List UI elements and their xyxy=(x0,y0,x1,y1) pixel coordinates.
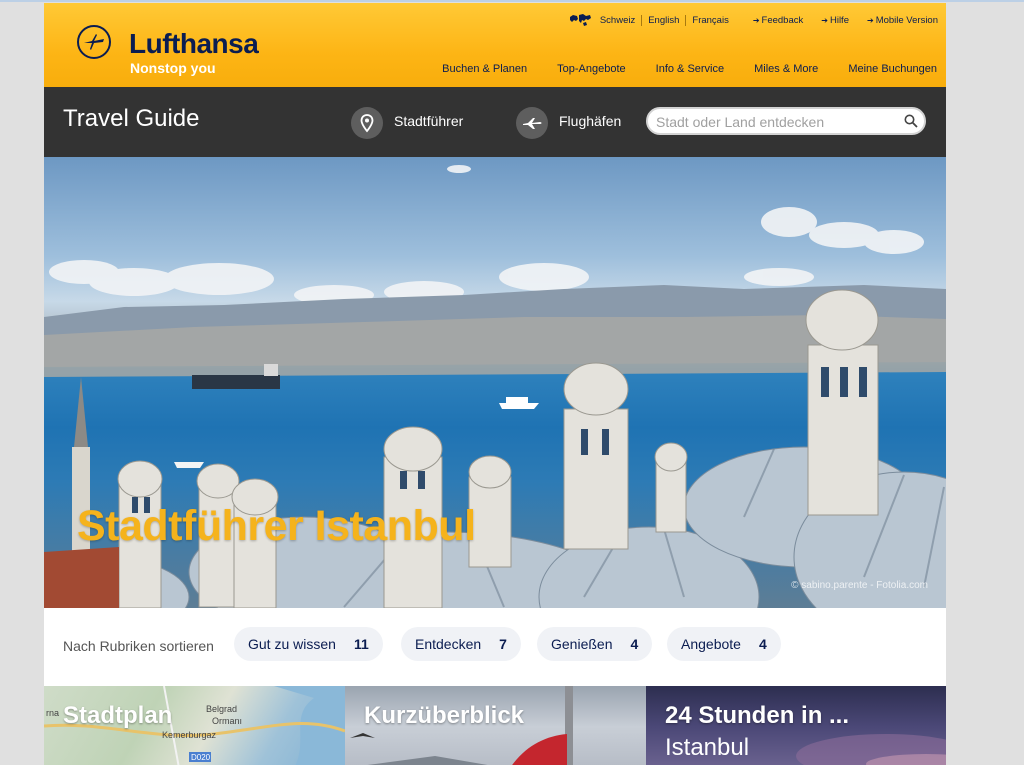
filter-chip-discover[interactable]: Entdecken 7 xyxy=(401,627,521,661)
tile-title: 24 Stunden in ... xyxy=(665,702,850,729)
map-road-label: D020 xyxy=(191,753,211,762)
map-label: Belgrad xyxy=(206,704,238,714)
filter-chip-enjoy[interactable]: Genießen 4 xyxy=(537,627,653,661)
chip-count: 4 xyxy=(630,636,639,652)
page: Lufthansa Nonstop you Schweiz English Fr… xyxy=(44,3,946,765)
site-header: Lufthansa Nonstop you Schweiz English Fr… xyxy=(44,3,946,87)
nav-info-service[interactable]: Info & Service xyxy=(656,63,724,75)
filter-chip-good-to-know[interactable]: Gut zu wissen 11 xyxy=(234,627,383,661)
lang-english[interactable]: English xyxy=(641,14,685,26)
travel-guide-bar: Travel Guide Stadtführer Flughäfen xyxy=(44,87,946,157)
utility-bar: Schweiz English Français ➔ Feedback ➔ Hilf… xyxy=(568,13,938,27)
arrow-right-icon: ➔ xyxy=(752,15,760,25)
chip-count: 4 xyxy=(758,636,767,652)
filter-label: Nach Rubriken sortieren xyxy=(63,638,214,654)
tile-city-map[interactable]: rna Belgrad Ormanı Kemerburgaz D020 Stad… xyxy=(44,686,345,765)
tile-title: Kurzüberblick xyxy=(364,702,525,729)
chip-label: Genießen xyxy=(551,636,613,652)
airports-link[interactable]: Flughäfen xyxy=(559,113,621,129)
airplane-icon[interactable] xyxy=(516,107,548,139)
help-link[interactable]: ➔ Hilfe xyxy=(821,15,849,26)
nav-top-offers[interactable]: Top-Angebote xyxy=(557,63,626,75)
tile-24-hours[interactable]: 24 Stunden in ... Istanbul xyxy=(646,686,946,765)
feedback-link[interactable]: ➔ Feedback xyxy=(753,15,803,26)
tile-subtitle: Istanbul xyxy=(665,734,750,761)
tile-title: Stadtplan xyxy=(63,702,173,729)
lang-french[interactable]: Français xyxy=(685,14,734,26)
tile-overview[interactable]: Kurzüberblick xyxy=(345,686,646,765)
browser-top-line xyxy=(0,0,1024,2)
brand-logo-text[interactable]: Lufthansa xyxy=(129,28,259,60)
search-icon[interactable] xyxy=(904,114,918,128)
nav-book-plan[interactable]: Buchen & Planen xyxy=(442,63,527,75)
map-label: Kemerburgaz xyxy=(162,730,217,740)
chip-label: Angebote xyxy=(681,636,741,652)
destination-search-input[interactable] xyxy=(656,112,896,132)
chip-label: Entdecken xyxy=(415,636,482,652)
lang-country[interactable]: Schweiz xyxy=(600,15,641,26)
category-filter-bar: Nach Rubriken sortieren Gut zu wissen 11… xyxy=(44,608,946,686)
nav-my-bookings[interactable]: Meine Buchungen xyxy=(848,63,937,75)
photo-credit: © sabino.parente - Fotolia.com xyxy=(791,580,928,591)
crane-logo-icon[interactable] xyxy=(77,25,111,59)
arrow-right-icon: ➔ xyxy=(866,15,874,25)
hero-title[interactable]: Stadtführer Istanbul xyxy=(77,502,476,551)
location-pin-icon[interactable] xyxy=(351,107,383,139)
city-guide-link[interactable]: Stadtführer xyxy=(394,113,463,129)
brand-tagline: Nonstop you xyxy=(130,60,216,76)
globe-icon xyxy=(569,14,591,26)
chip-count: 7 xyxy=(499,636,507,652)
nav-miles-more[interactable]: Miles & More xyxy=(754,63,818,75)
mobile-version-link[interactable]: ➔ Mobile Version xyxy=(867,15,938,26)
chip-count: 11 xyxy=(353,636,369,652)
filter-chip-offers[interactable]: Angebote 4 xyxy=(667,627,781,661)
destination-search xyxy=(646,107,926,135)
arrow-right-icon: ➔ xyxy=(821,15,828,25)
chip-label: Gut zu wissen xyxy=(248,636,336,652)
travel-guide-title[interactable]: Travel Guide xyxy=(63,105,200,133)
map-label: rna xyxy=(46,708,60,718)
map-label: Ormanı xyxy=(212,716,243,726)
main-nav: Buchen & Planen Top-Angebote Info & Serv… xyxy=(412,63,937,75)
hero-banner[interactable]: Stadtführer Istanbul © sabino.parente - … xyxy=(44,157,946,608)
